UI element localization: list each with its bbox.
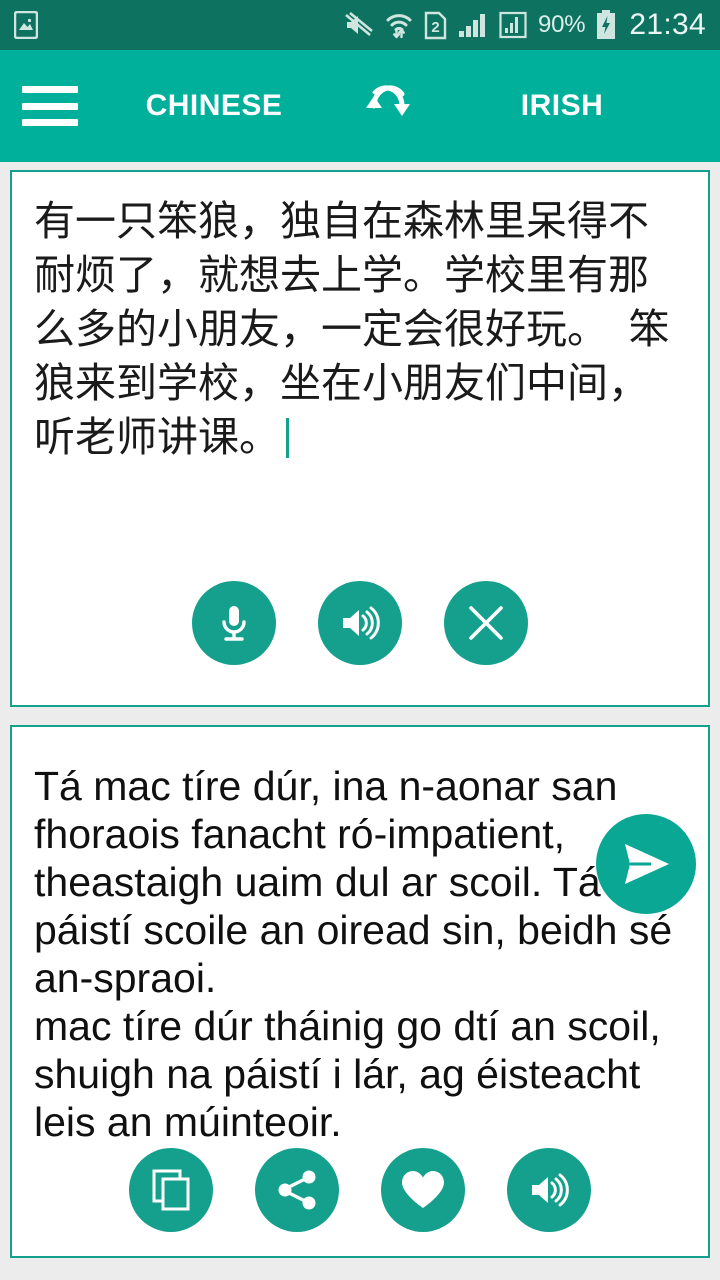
battery-charging-icon [596, 10, 616, 40]
hamburger-line [22, 86, 78, 93]
translation-content: 有一只笨狼，独自在森林里呆得不耐烦了，就想去上学。学校里有那么多的小朋友，一定会… [0, 162, 720, 1280]
source-language-button[interactable]: CHINESE [78, 89, 350, 123]
battery-percentage: 90% [537, 11, 586, 38]
source-text-value: 有一只笨狼，独自在森林里呆得不耐烦了，就想去上学。学校里有那么多的小朋友，一定会… [34, 198, 670, 461]
status-bar-clock: 21:34 [629, 8, 706, 41]
wifi-transfer-icon [385, 11, 413, 39]
status-bar-right: 2 90% 21:34 [344, 8, 706, 42]
translated-text: Tá mac tíre dúr, ina n-aonar san fhoraoi… [34, 763, 673, 1145]
text-cursor [286, 418, 289, 459]
hamburger-line [22, 119, 78, 126]
target-language-button[interactable]: IRISH [426, 89, 698, 123]
swap-languages-icon[interactable] [350, 68, 426, 144]
target-card: Tá mac tíre dúr, ina n-aonar san fhoraoi… [10, 725, 710, 1258]
signal-bars-2-icon [499, 11, 527, 39]
status-bar-left [14, 11, 38, 39]
favorite-button[interactable] [381, 1148, 465, 1232]
heart-icon [402, 1171, 444, 1208]
share-icon [278, 1170, 316, 1210]
source-text-input[interactable]: 有一只笨狼，独自在森林里呆得不耐烦了，就想去上学。学校里有那么多的小朋友，一定会… [12, 172, 708, 581]
speak-source-button[interactable] [318, 581, 402, 665]
microphone-button[interactable] [192, 581, 276, 665]
microphone-icon [222, 606, 246, 641]
svg-text:2: 2 [431, 19, 439, 36]
source-action-row [12, 581, 708, 705]
status-bar: 2 90% 21:34 [0, 0, 720, 50]
translate-button[interactable] [596, 814, 696, 914]
speak-target-button[interactable] [507, 1148, 591, 1232]
image-notification-icon [14, 11, 38, 39]
clear-button[interactable] [444, 581, 528, 665]
signal-bars-icon [458, 12, 488, 38]
hamburger-line [22, 102, 78, 110]
sim2-icon: 2 [424, 11, 447, 40]
source-card: 有一只笨狼，独自在森林里呆得不耐烦了，就想去上学。学校里有那么多的小朋友，一定会… [10, 170, 710, 707]
mute-icon [344, 12, 374, 38]
copy-icon [152, 1169, 190, 1211]
target-action-row [12, 1148, 708, 1256]
send-icon [625, 844, 669, 884]
close-icon [469, 606, 503, 640]
speaker-icon [343, 606, 380, 640]
copy-button[interactable] [129, 1148, 213, 1232]
share-button[interactable] [255, 1148, 339, 1232]
hamburger-menu-icon[interactable] [22, 86, 78, 126]
speaker-icon [532, 1173, 569, 1207]
app-bar: CHINESE IRISH [0, 50, 720, 162]
